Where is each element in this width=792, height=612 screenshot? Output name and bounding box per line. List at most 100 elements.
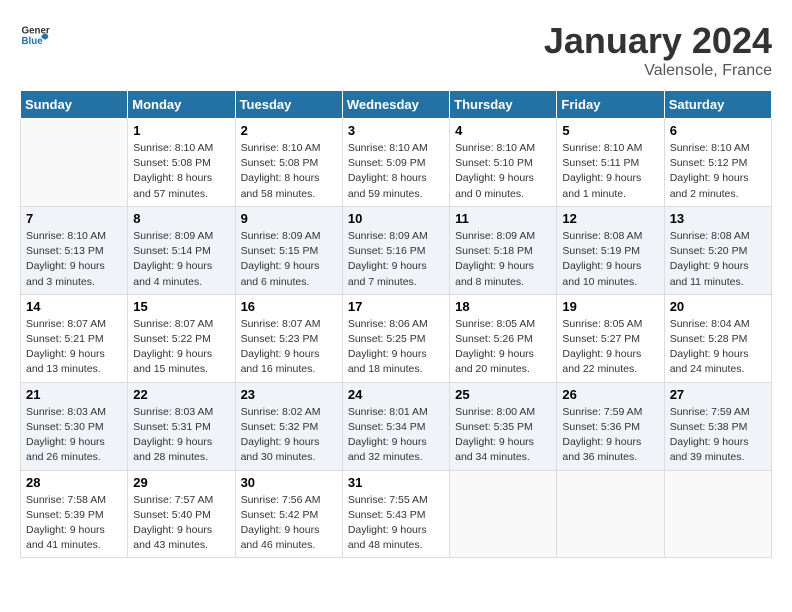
sunrise-text: Sunrise: 8:01 AM xyxy=(348,405,444,420)
sunset-text: Sunset: 5:31 PM xyxy=(133,420,229,435)
day-number: 15 xyxy=(133,299,229,314)
daylight-text: Daylight: 9 hours and 43 minutes. xyxy=(133,523,229,553)
sunrise-text: Sunrise: 8:10 AM xyxy=(670,141,766,156)
day-detail: Sunrise: 7:59 AMSunset: 5:38 PMDaylight:… xyxy=(670,405,766,466)
sunrise-text: Sunrise: 8:10 AM xyxy=(348,141,444,156)
day-number: 19 xyxy=(562,299,658,314)
daylight-text: Daylight: 9 hours and 36 minutes. xyxy=(562,435,658,465)
daylight-text: Daylight: 9 hours and 18 minutes. xyxy=(348,347,444,377)
sunset-text: Sunset: 5:10 PM xyxy=(455,156,551,171)
day-detail: Sunrise: 8:10 AMSunset: 5:09 PMDaylight:… xyxy=(348,141,444,202)
calendar-cell xyxy=(450,470,557,558)
sunrise-text: Sunrise: 7:58 AM xyxy=(26,493,122,508)
calendar-week-row: 28 Sunrise: 7:58 AMSunset: 5:39 PMDayligh… xyxy=(21,470,772,558)
day-detail: Sunrise: 7:58 AMSunset: 5:39 PMDaylight:… xyxy=(26,493,122,554)
sunset-text: Sunset: 5:19 PM xyxy=(562,244,658,259)
calendar-cell xyxy=(664,470,771,558)
day-detail: Sunrise: 7:55 AMSunset: 5:43 PMDaylight:… xyxy=(348,493,444,554)
daylight-text: Daylight: 9 hours and 16 minutes. xyxy=(241,347,337,377)
sunset-text: Sunset: 5:21 PM xyxy=(26,332,122,347)
calendar-cell: 10Sunrise: 8:09 AMSunset: 5:16 PMDayligh… xyxy=(342,206,449,294)
day-of-week-header: Tuesday xyxy=(235,91,342,119)
sunset-text: Sunset: 5:11 PM xyxy=(562,156,658,171)
sunset-text: Sunset: 5:09 PM xyxy=(348,156,444,171)
daylight-text: Daylight: 8 hours and 57 minutes. xyxy=(133,171,229,201)
day-number: 24 xyxy=(348,387,444,402)
daylight-text: Daylight: 8 hours and 59 minutes. xyxy=(348,171,444,201)
daylight-text: Daylight: 9 hours and 7 minutes. xyxy=(348,259,444,289)
daylight-text: Daylight: 9 hours and 41 minutes. xyxy=(26,523,122,553)
calendar-cell: 5Sunrise: 8:10 AMSunset: 5:11 PMDaylight… xyxy=(557,119,664,207)
day-number: 18 xyxy=(455,299,551,314)
day-detail: Sunrise: 8:02 AMSunset: 5:32 PMDaylight:… xyxy=(241,405,337,466)
calendar-week-row: 14Sunrise: 8:07 AMSunset: 5:21 PMDayligh… xyxy=(21,294,772,382)
calendar-cell: 17Sunrise: 8:06 AMSunset: 5:25 PMDayligh… xyxy=(342,294,449,382)
sunset-text: Sunset: 5:12 PM xyxy=(670,156,766,171)
day-number: 11 xyxy=(455,211,551,226)
sunrise-text: Sunrise: 8:09 AM xyxy=(455,229,551,244)
day-number: 26 xyxy=(562,387,658,402)
day-of-week-header: Friday xyxy=(557,91,664,119)
day-number: 6 xyxy=(670,123,766,138)
day-number: 25 xyxy=(455,387,551,402)
sunrise-text: Sunrise: 7:56 AM xyxy=(241,493,337,508)
day-of-week-header: Monday xyxy=(128,91,235,119)
calendar-cell: 14 Sunrise: 8:07 AMSunset: 5:21 PMDayligh… xyxy=(21,294,128,382)
calendar-body: 1Sunrise: 8:10 AMSunset: 5:08 PMDaylight… xyxy=(21,119,772,558)
calendar-cell: 27Sunrise: 7:59 AMSunset: 5:38 PMDayligh… xyxy=(664,382,771,470)
calendar-subtitle: Valensole, France xyxy=(544,62,772,80)
calendar-cell: 23 Sunrise: 8:02 AMSunset: 5:32 PMDayligh… xyxy=(235,382,342,470)
sunrise-text: Sunrise: 7:59 AM xyxy=(562,405,658,420)
calendar-cell: 2Sunrise: 8:10 AMSunset: 5:08 PMDaylight… xyxy=(235,119,342,207)
daylight-text: Daylight: 9 hours and 32 minutes. xyxy=(348,435,444,465)
title-area: January 2024 Valensole, France xyxy=(544,20,772,80)
day-detail: Sunrise: 8:10 AMSunset: 5:12 PMDaylight:… xyxy=(670,141,766,202)
sunrise-text: Sunrise: 8:10 AM xyxy=(562,141,658,156)
logo-icon: General Blue xyxy=(20,20,50,50)
day-number: 28 xyxy=(26,475,122,490)
daylight-text: Daylight: 9 hours and 39 minutes. xyxy=(670,435,766,465)
day-detail: Sunrise: 8:09 AMSunset: 5:18 PMDaylight:… xyxy=(455,229,551,290)
daylight-text: Daylight: 9 hours and 28 minutes. xyxy=(133,435,229,465)
calendar-cell: 15Sunrise: 8:07 AMSunset: 5:22 PMDayligh… xyxy=(128,294,235,382)
daylight-text: Daylight: 9 hours and 20 minutes. xyxy=(455,347,551,377)
sunrise-text: Sunrise: 8:07 AM xyxy=(133,317,229,332)
daylight-text: Daylight: 9 hours and 4 minutes. xyxy=(133,259,229,289)
day-number: 1 xyxy=(133,123,229,138)
calendar-cell: 18Sunrise: 8:05 AMSunset: 5:26 PMDayligh… xyxy=(450,294,557,382)
sunset-text: Sunset: 5:35 PM xyxy=(455,420,551,435)
svg-text:Blue: Blue xyxy=(22,36,44,47)
daylight-text: Daylight: 9 hours and 3 minutes. xyxy=(26,259,122,289)
sunset-text: Sunset: 5:13 PM xyxy=(26,244,122,259)
sunset-text: Sunset: 5:23 PM xyxy=(241,332,337,347)
day-number: 21 xyxy=(26,387,122,402)
sunrise-text: Sunrise: 8:03 AM xyxy=(133,405,229,420)
sunset-text: Sunset: 5:26 PM xyxy=(455,332,551,347)
sunset-text: Sunset: 5:28 PM xyxy=(670,332,766,347)
daylight-text: Daylight: 9 hours and 6 minutes. xyxy=(241,259,337,289)
day-detail: Sunrise: 8:10 AMSunset: 5:10 PMDaylight:… xyxy=(455,141,551,202)
day-number: 20 xyxy=(670,299,766,314)
calendar-week-row: 21Sunrise: 8:03 AMSunset: 5:30 PMDayligh… xyxy=(21,382,772,470)
calendar-cell: 16Sunrise: 8:07 AMSunset: 5:23 PMDayligh… xyxy=(235,294,342,382)
sunrise-text: Sunrise: 8:10 AM xyxy=(455,141,551,156)
day-detail: Sunrise: 8:08 AMSunset: 5:19 PMDaylight:… xyxy=(562,229,658,290)
day-detail: Sunrise: 8:07 AMSunset: 5:21 PMDaylight:… xyxy=(26,317,122,378)
day-number: 4 xyxy=(455,123,551,138)
calendar-cell: 28 Sunrise: 7:58 AMSunset: 5:39 PMDayligh… xyxy=(21,470,128,558)
day-number: 8 xyxy=(133,211,229,226)
day-detail: Sunrise: 8:05 AMSunset: 5:27 PMDaylight:… xyxy=(562,317,658,378)
sunrise-text: Sunrise: 8:04 AM xyxy=(670,317,766,332)
daylight-text: Daylight: 9 hours and 48 minutes. xyxy=(348,523,444,553)
day-number: 7 xyxy=(26,211,122,226)
sunrise-text: Sunrise: 8:06 AM xyxy=(348,317,444,332)
daylight-text: Daylight: 9 hours and 24 minutes. xyxy=(670,347,766,377)
calendar-cell: 26Sunrise: 7:59 AMSunset: 5:36 PMDayligh… xyxy=(557,382,664,470)
sunrise-text: Sunrise: 8:09 AM xyxy=(348,229,444,244)
day-number: 29 xyxy=(133,475,229,490)
day-number: 14 xyxy=(26,299,122,314)
sunrise-text: Sunrise: 8:08 AM xyxy=(670,229,766,244)
day-number: 23 xyxy=(241,387,337,402)
day-number: 9 xyxy=(241,211,337,226)
day-number: 5 xyxy=(562,123,658,138)
